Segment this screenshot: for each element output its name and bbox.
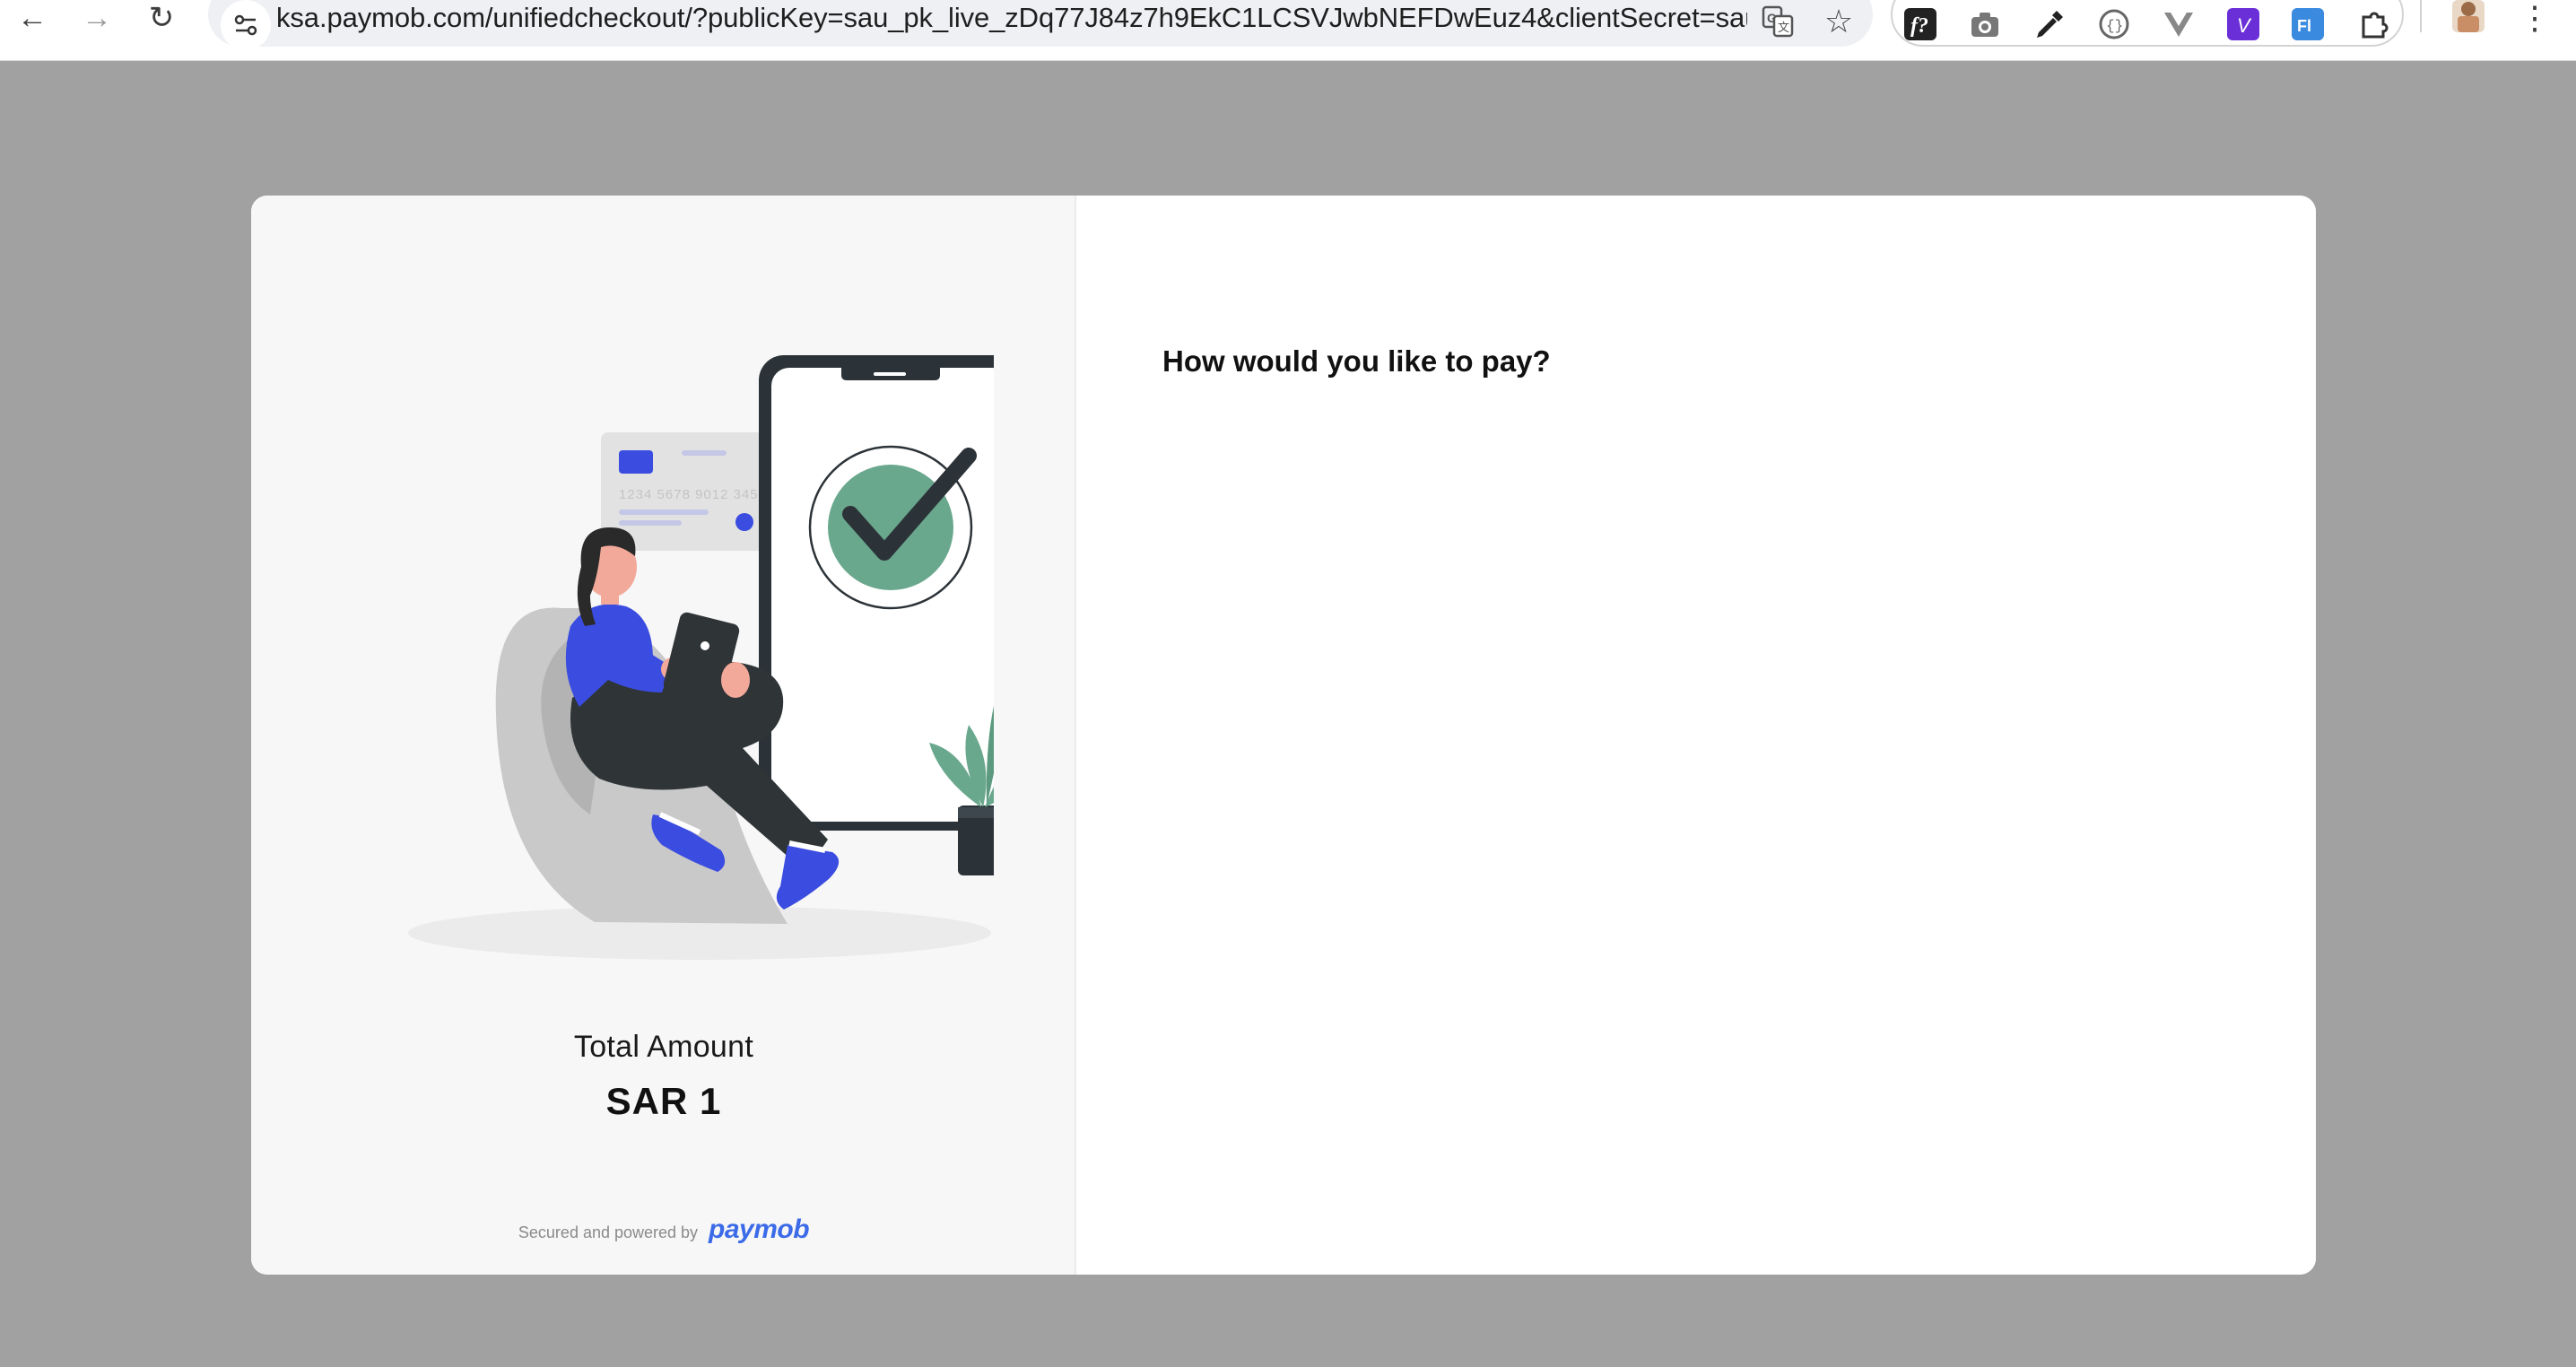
back-button[interactable]: ← <box>7 0 57 43</box>
browser-toolbar: ← → ↻ ksa.paymob.com/unifiedcheckout/?pu… <box>0 0 2576 61</box>
avatar[interactable] <box>2449 0 2488 36</box>
puzzle-extension-icon[interactable] <box>2357 7 2391 41</box>
tune-icon <box>234 14 257 36</box>
paymob-logo[interactable]: paymob <box>709 1215 810 1245</box>
powered-by: Secured and powered by paymob <box>251 1215 1076 1245</box>
url-text[interactable]: ksa.paymob.com/unifiedcheckout/?publicKe… <box>276 2 1747 34</box>
total-amount-value: SAR 1 <box>605 1080 722 1122</box>
extensions-bar: f? {} V Fl <box>1891 0 2404 47</box>
code-extension-icon[interactable]: {} <box>2097 7 2131 41</box>
svg-text:1234 5678 9012 345: 1234 5678 9012 345 <box>619 487 759 502</box>
checkout-modal: 1234 5678 9012 345 Total Amount SAR 1 Se… <box>251 196 2316 1275</box>
svg-text:V: V <box>2237 14 2252 37</box>
more-vertical-icon: ⋮ <box>2519 0 2551 36</box>
vue-extension-icon[interactable] <box>2162 7 2196 41</box>
svg-text:文: 文 <box>1778 21 1789 34</box>
bookmark-star-icon[interactable]: ☆ <box>1819 2 1858 41</box>
camera-extension-icon[interactable] <box>1968 7 2002 41</box>
total-amount-label: Total Amount <box>573 1030 754 1064</box>
summary-panel: 1234 5678 9012 345 Total Amount SAR 1 Se… <box>251 196 1076 1275</box>
payment-method-panel: How would you like to pay? <box>1076 196 2316 1275</box>
forward-arrow-icon: → <box>82 1 112 35</box>
payment-success-illustration: 1234 5678 9012 345 <box>408 355 994 960</box>
payment-method-heading: How would you like to pay? <box>1162 344 1551 378</box>
forward-button[interactable]: → <box>72 0 122 43</box>
powered-by-text: Secured and powered by <box>518 1223 699 1241</box>
eyedropper-extension-icon[interactable] <box>2032 7 2067 41</box>
reload-button[interactable]: ↻ <box>136 0 187 43</box>
svg-text:f?: f? <box>1910 14 1928 38</box>
browser-menu-button[interactable]: ⋮ <box>2510 0 2560 43</box>
svg-text:{}: {} <box>2106 18 2123 34</box>
svg-text:Fl: Fl <box>2297 17 2311 35</box>
fl-extension-icon[interactable]: Fl <box>2291 7 2325 41</box>
phone-graphic <box>759 355 994 831</box>
fonts-extension-icon[interactable]: f? <box>1903 7 1937 41</box>
toolbar-separator <box>2420 0 2422 32</box>
address-bar[interactable]: ksa.paymob.com/unifiedcheckout/?publicKe… <box>208 0 1873 50</box>
v-extension-icon[interactable]: V <box>2226 7 2260 41</box>
reload-icon: ↻ <box>148 1 175 35</box>
back-arrow-icon: ← <box>17 1 48 35</box>
translate-icon[interactable]: G 文 <box>1760 4 1796 39</box>
site-info-button[interactable] <box>221 0 271 50</box>
